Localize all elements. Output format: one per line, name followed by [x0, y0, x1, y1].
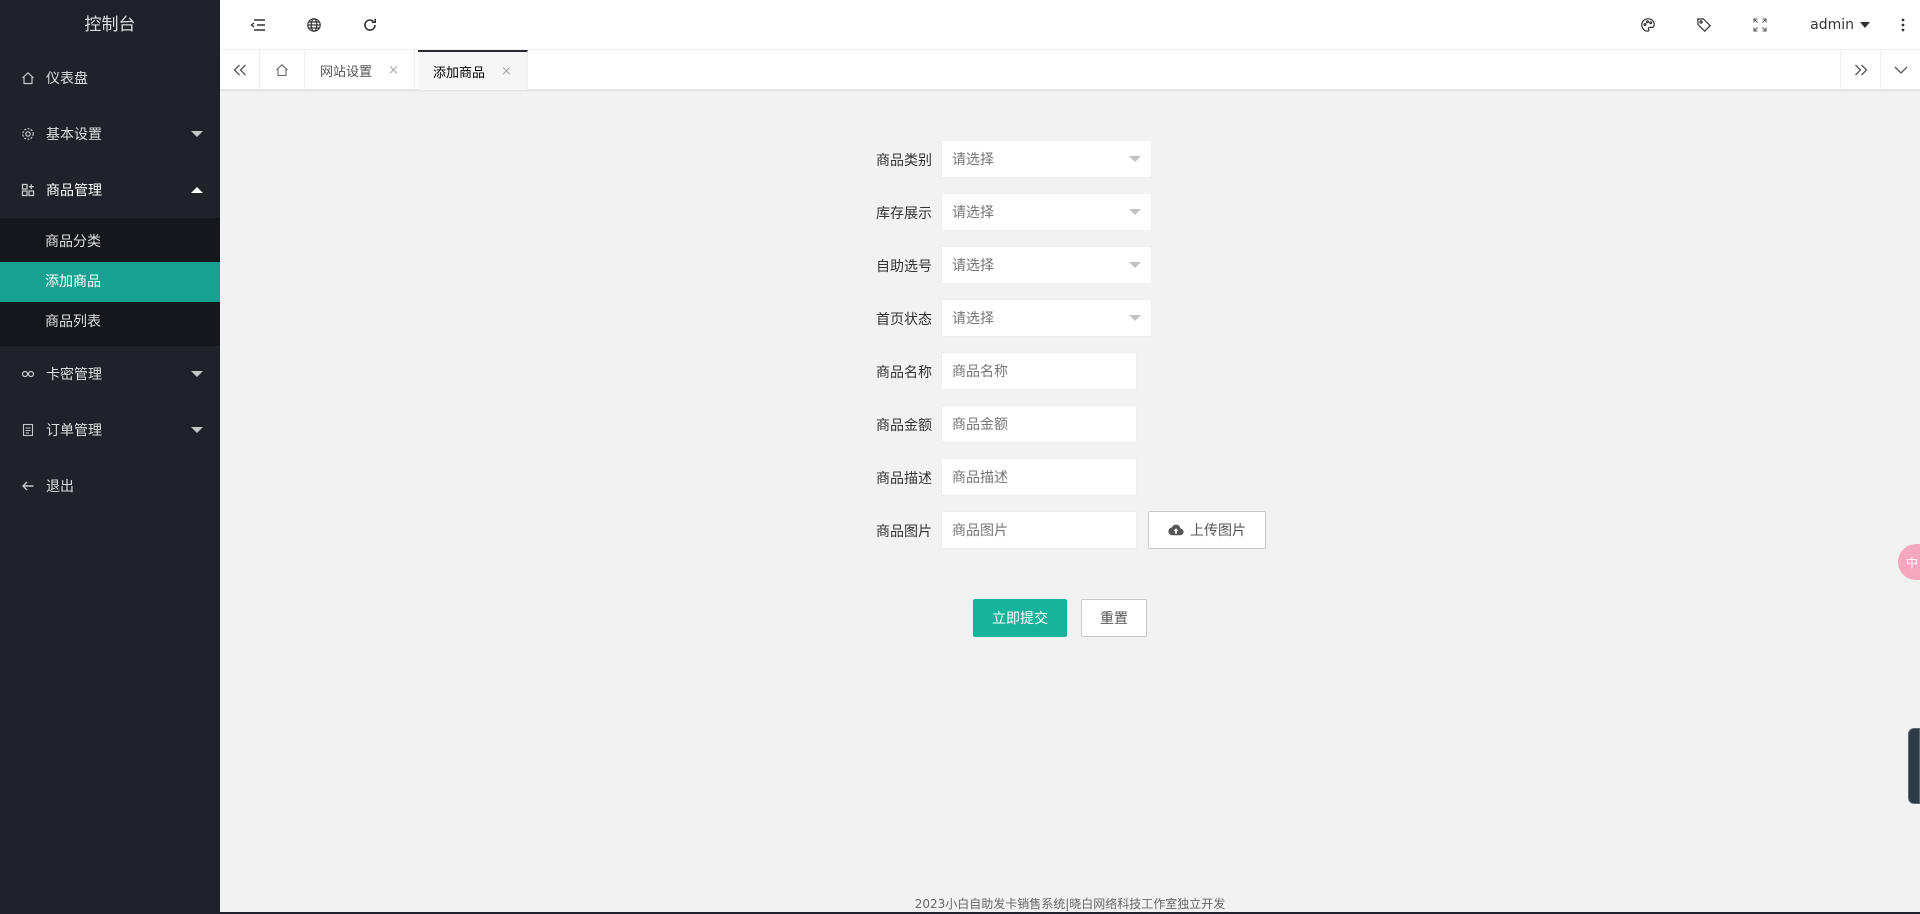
field-label: 自助选号	[876, 259, 932, 275]
product-image-input[interactable]: 商品图片	[941, 511, 1137, 549]
arrow-left-icon	[20, 478, 36, 494]
input-placeholder: 商品图片	[952, 523, 1008, 539]
fullscreen-icon	[1753, 18, 1767, 32]
fullscreen-button[interactable]	[1732, 0, 1788, 50]
username: admin	[1810, 17, 1854, 33]
field-label: 商品图片	[876, 524, 932, 540]
sidebar-item-label: 商品管理	[46, 183, 102, 199]
select-placeholder: 请选择	[952, 258, 994, 274]
theme-button[interactable]	[1620, 0, 1676, 50]
sidebar-subitem-add-product[interactable]: 添加商品	[0, 262, 220, 302]
tab-label: 添加商品	[433, 65, 486, 81]
chevron-down-icon	[1129, 156, 1141, 162]
chevron-down-icon	[1129, 209, 1141, 215]
user-menu[interactable]: admin	[1810, 0, 1870, 50]
top-header: admin	[220, 0, 1920, 50]
refresh-icon	[364, 18, 376, 31]
field-label: 库存展示	[876, 206, 932, 222]
tabs-scroll-left-button[interactable]	[220, 50, 260, 90]
sidebar-item-card-management[interactable]: 卡密管理	[0, 346, 220, 402]
sidebar-item-basic-settings[interactable]: 基本设置	[0, 106, 220, 162]
input-placeholder: 商品描述	[952, 470, 1008, 486]
double-chevron-left-icon	[233, 64, 246, 76]
tab-home[interactable]	[260, 50, 305, 90]
homepage-status-select[interactable]: 请选择	[941, 299, 1152, 337]
chevron-down-icon	[191, 427, 203, 433]
tag-button[interactable]	[1676, 0, 1732, 50]
self-select-number-select[interactable]: 请选择	[941, 246, 1152, 284]
gear-icon	[20, 126, 36, 142]
product-price-input[interactable]: 商品金额	[941, 405, 1137, 443]
field-label: 商品金额	[876, 418, 932, 434]
sidebar-item-label: 订单管理	[46, 423, 102, 439]
sidebar-item-logout[interactable]: 退出	[0, 458, 220, 514]
input-placeholder: 商品名称	[952, 364, 1008, 380]
sidebar-item-order-management[interactable]: 订单管理	[0, 402, 220, 458]
close-icon[interactable]: ×	[501, 64, 512, 79]
field-label: 首页状态	[876, 312, 932, 328]
upload-button-label: 上传图片	[1190, 523, 1246, 539]
field-label: 商品描述	[876, 471, 932, 487]
website-button[interactable]	[286, 0, 342, 50]
product-description-input[interactable]: 商品描述	[941, 458, 1137, 496]
tabs-scroll-right-button[interactable]	[1840, 50, 1880, 90]
double-chevron-right-icon	[1854, 64, 1867, 76]
submit-button[interactable]: 立即提交	[973, 599, 1067, 637]
chevron-down-icon	[1129, 315, 1141, 321]
link-icon	[20, 366, 36, 382]
select-placeholder: 请选择	[952, 311, 994, 327]
field-label: 商品类别	[876, 153, 932, 169]
close-icon[interactable]: ×	[388, 63, 399, 78]
tab-site-settings[interactable]: 网站设置 ×	[305, 50, 415, 90]
tabs-dropdown-button[interactable]	[1880, 50, 1920, 90]
globe-icon	[307, 18, 321, 32]
footer-copyright: 2023小白自助发卡销售系统|晓白网络科技工作室独立开发	[914, 897, 1226, 911]
sidebar-item-label: 基本设置	[46, 127, 102, 143]
sidebar-item-dashboard[interactable]: 仪表盘	[0, 50, 220, 106]
chevron-down-icon	[1129, 262, 1141, 268]
tab-add-product[interactable]: 添加商品 ×	[418, 50, 528, 90]
sidebar-item-label: 退出	[46, 479, 74, 495]
chevron-down-icon	[1894, 66, 1907, 74]
submenu-product-management: 商品分类 添加商品 商品列表	[0, 218, 220, 346]
caret-down-icon	[1860, 22, 1870, 28]
collapse-menu-button[interactable]	[230, 0, 286, 50]
sidebar-item-label: 仪表盘	[46, 71, 88, 87]
more-vertical-icon	[1901, 18, 1905, 32]
cloud-upload-icon	[1168, 524, 1184, 536]
home-icon	[276, 64, 288, 77]
sidebar-subitem-product-list[interactable]: 商品列表	[0, 302, 220, 342]
field-label: 商品名称	[876, 365, 932, 381]
grid-icon	[20, 182, 36, 198]
home-icon	[20, 70, 36, 86]
chevron-up-icon	[191, 187, 203, 193]
chevron-down-icon	[191, 371, 203, 377]
tag-icon	[1697, 18, 1712, 33]
upload-image-button[interactable]: 上传图片	[1148, 511, 1266, 549]
sidebar-item-product-management[interactable]: 商品管理	[0, 162, 220, 218]
side-scroll-widget[interactable]	[1908, 728, 1920, 804]
app-title: 控制台	[84, 15, 136, 35]
tab-label: 网站设置	[320, 64, 373, 80]
select-placeholder: 请选择	[952, 205, 994, 221]
refresh-button[interactable]	[342, 0, 398, 50]
sidebar-item-label: 卡密管理	[46, 367, 102, 383]
list-icon	[20, 422, 36, 438]
sidebar-subitem-product-category[interactable]: 商品分类	[0, 222, 220, 262]
select-placeholder: 请选择	[952, 152, 994, 168]
sidebar: 控制台 仪表盘 基本设置 商品管理 商品分类 添加商品 商品列表 卡密管理 订单…	[0, 0, 220, 914]
palette-icon	[1641, 18, 1655, 32]
reset-button[interactable]: 重置	[1081, 599, 1147, 637]
product-name-input[interactable]: 商品名称	[941, 352, 1137, 390]
tab-bar: 网站设置 × 添加商品 ×	[220, 50, 1920, 90]
more-button[interactable]	[1886, 0, 1920, 50]
stock-display-select[interactable]: 请选择	[941, 193, 1152, 231]
language-float-badge[interactable]: 中	[1898, 544, 1920, 580]
input-placeholder: 商品金额	[952, 417, 1008, 433]
menu-fold-icon	[250, 19, 265, 31]
category-select[interactable]: 请选择	[941, 140, 1152, 178]
chevron-down-icon	[191, 131, 203, 137]
